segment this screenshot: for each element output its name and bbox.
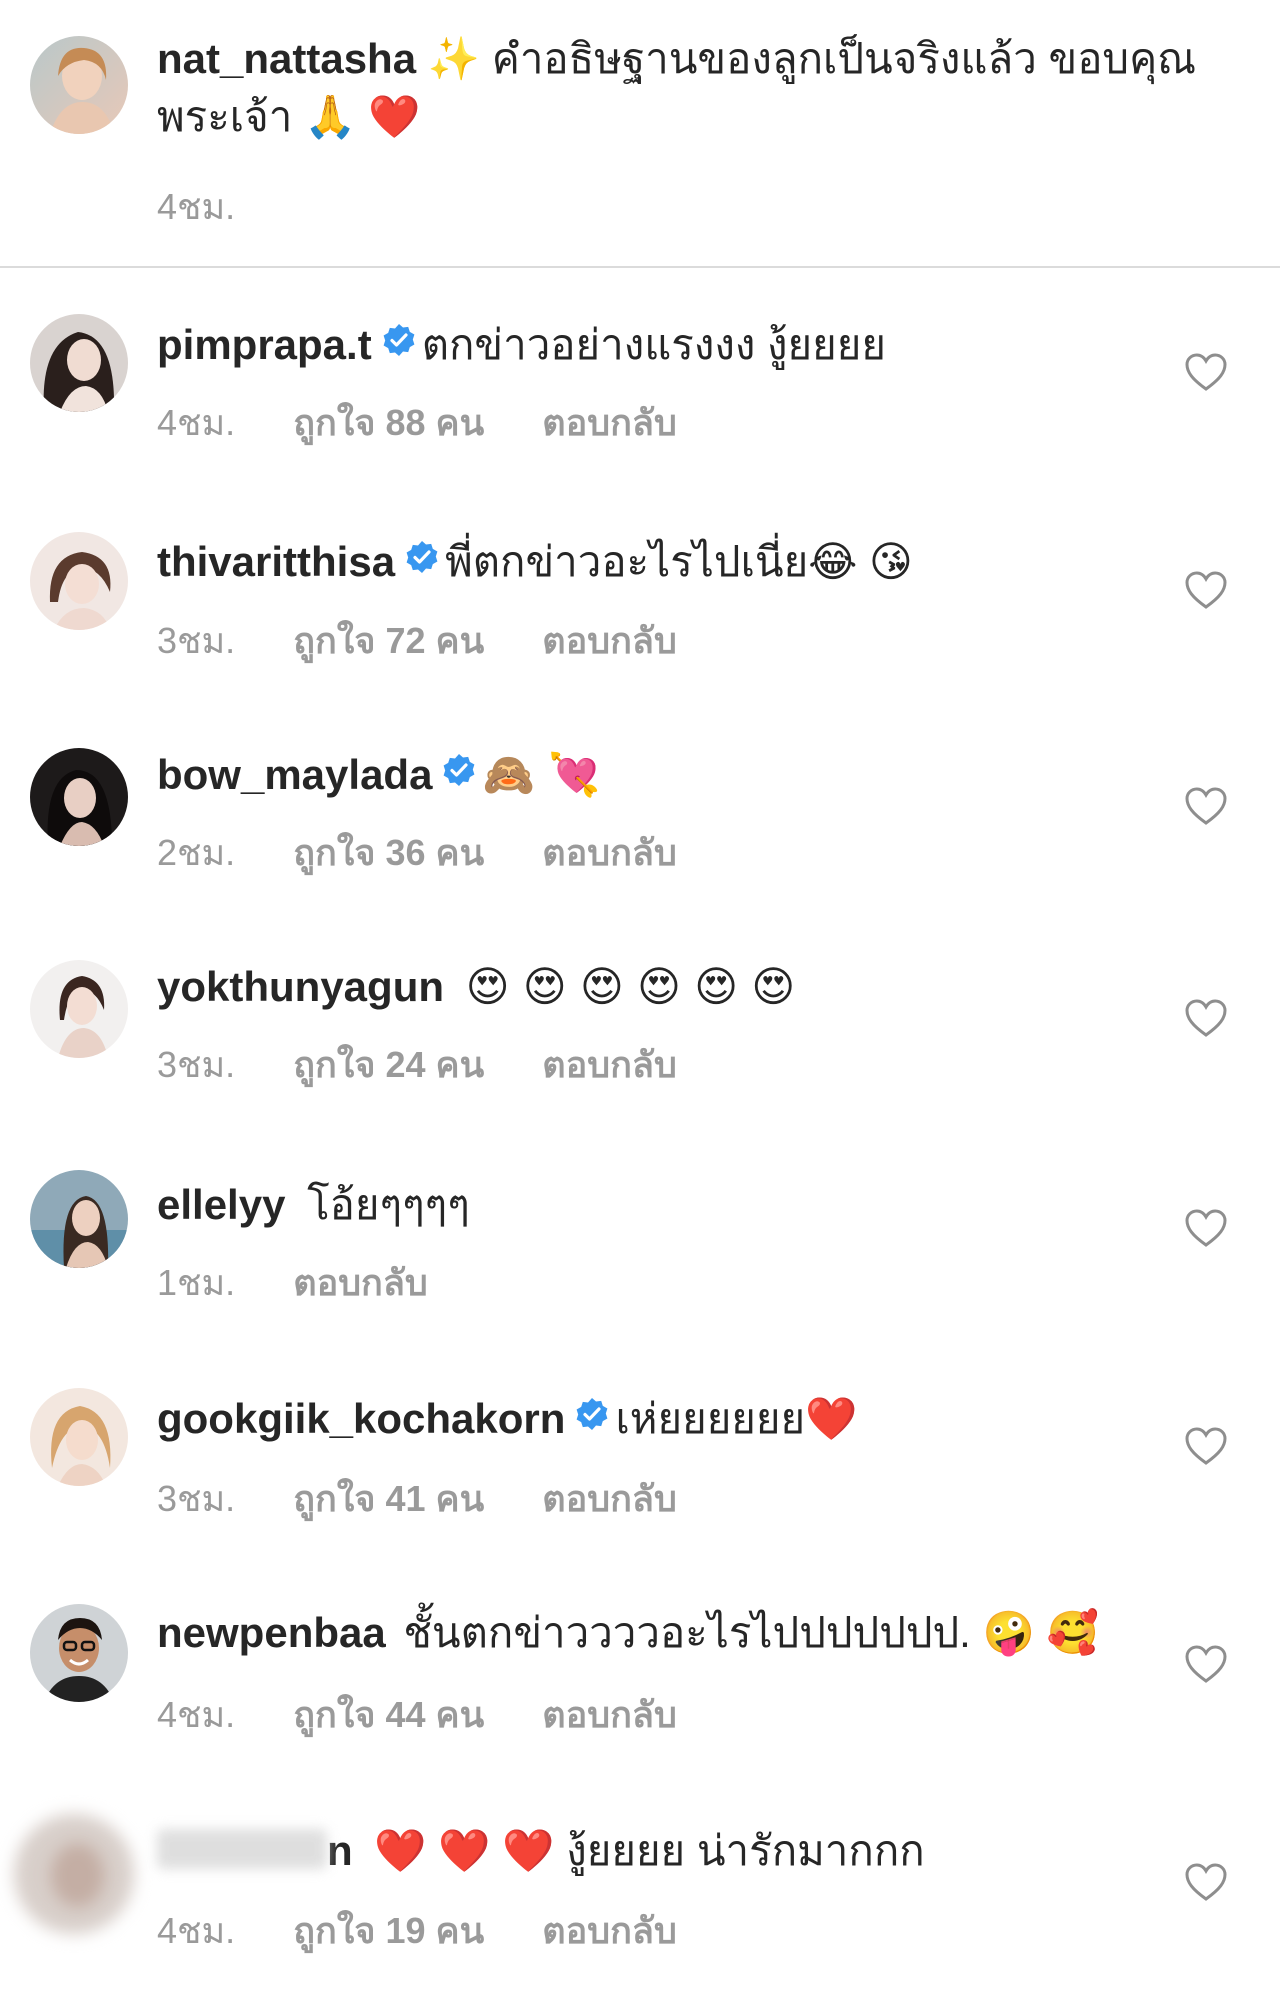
comment-meta: 2ชม. ถูกใจ 36 คน ตอบกลับ [157, 824, 677, 881]
avatar[interactable] [30, 1604, 128, 1702]
avatar[interactable] [30, 960, 128, 1058]
heart-outline-icon [1185, 571, 1227, 609]
reply-button[interactable]: ตอบกลับ [542, 1902, 677, 1959]
comment-text: ตกข่าวอย่างแรงงง งู้ยยยย [421, 321, 886, 368]
comment-meta: 4ชม. ถูกใจ 88 คน ตอบกลับ [157, 394, 677, 451]
comment-time: 2ชม. [157, 832, 236, 873]
caption-meta: 4ชม. [157, 178, 235, 235]
comment-time: 4ชม. [157, 402, 236, 443]
comment-username[interactable]: newpenbaa [157, 1609, 386, 1656]
comment-meta: 4ชม. ถูกใจ 44 คน ตอบกลับ [157, 1686, 677, 1743]
comment-username[interactable]: yokthunyagun [157, 963, 444, 1010]
verified-badge-icon [406, 541, 438, 573]
comment-time: 3ชม. [157, 620, 236, 661]
caption-text-line2: พระเจ้า [157, 93, 293, 140]
verified-badge-icon [577, 1398, 608, 1430]
like-button[interactable] [1184, 570, 1228, 610]
sparkles-emoji: ✨ [427, 34, 481, 83]
likes-count[interactable]: ถูกใจ 36 คน [293, 824, 484, 881]
comment-username-suffix[interactable]: n [327, 1827, 353, 1874]
caption-time: 4ชม. [157, 186, 236, 227]
caption-text: nat_nattasha ✨ คำอธิษฐานของลูกเป็นจริงแล… [157, 30, 1196, 146]
comment-text: โอ้ยๆๆๆๆ [307, 1181, 470, 1228]
like-button[interactable] [1184, 1426, 1228, 1466]
comment-time: 4ชม. [157, 1694, 236, 1735]
likes-count[interactable]: ถูกใจ 24 คน [293, 1036, 484, 1093]
comment-username[interactable]: thivaritthisa [157, 538, 395, 585]
like-button[interactable] [1184, 1644, 1228, 1684]
caption-text-line1: คำอธิษฐานของลูกเป็นจริงแล้ว ขอบคุณ [491, 35, 1197, 82]
pray-emoji: 🙏 [304, 92, 357, 141]
comment-meta: 1ชม. ตอบกลับ [157, 1254, 428, 1311]
comment-time: 3ชม. [157, 1478, 236, 1519]
verified-badge-icon [383, 324, 415, 356]
comment-text: 🙈 💘 [482, 750, 601, 799]
reply-button[interactable]: ตอบกลับ [293, 1254, 428, 1311]
reply-button[interactable]: ตอบกลับ [542, 824, 677, 881]
comment-username[interactable]: pimprapa.t [157, 321, 372, 368]
likes-count[interactable]: ถูกใจ 41 คน [293, 1470, 484, 1527]
comment-meta: 4ชม. ถูกใจ 19 คน ตอบกลับ [157, 1902, 677, 1959]
heart-outline-icon [1185, 353, 1227, 391]
comment-text: เห่ยยยยยย❤️ [615, 1395, 858, 1442]
verified-badge-icon [444, 754, 475, 786]
comment-time: 4ชม. [157, 1910, 236, 1951]
comment-username[interactable]: ellelyy [157, 1181, 285, 1228]
blurred-username [157, 1829, 327, 1869]
likes-count[interactable]: ถูกใจ 44 คน [293, 1686, 484, 1743]
like-button[interactable] [1184, 998, 1228, 1038]
comment-text: พี่ตกข่าวอะไรไปเนี่ย😂 😘 [445, 538, 913, 585]
likes-count[interactable]: ถูกใจ 19 คน [293, 1902, 484, 1959]
comment-text: ❤️ ❤️ ❤️ งู้ยยยย น่ารักมากกก [374, 1827, 925, 1874]
avatar[interactable] [30, 36, 128, 134]
avatar[interactable] [30, 1388, 128, 1486]
heart-emoji: ❤️ [368, 92, 421, 141]
caption-section: nat_nattasha ✨ คำอธิษฐานของลูกเป็นจริงแล… [0, 0, 1280, 268]
heart-outline-icon [1185, 787, 1227, 825]
caption-username[interactable]: nat_nattasha [157, 35, 416, 82]
like-button[interactable] [1184, 352, 1228, 392]
reply-button[interactable]: ตอบกลับ [542, 1470, 677, 1527]
heart-outline-icon [1185, 1209, 1227, 1247]
heart-outline-icon [1185, 1863, 1227, 1901]
avatar[interactable] [30, 532, 128, 630]
avatar[interactable] [30, 748, 128, 846]
comment-meta: 3ชม. ถูกใจ 24 คน ตอบกลับ [157, 1036, 677, 1093]
like-button[interactable] [1184, 1208, 1228, 1248]
avatar[interactable] [14, 1814, 134, 1934]
comment-username[interactable]: bow_maylada [157, 751, 432, 798]
comment-text: 😍 😍 😍 😍 😍 😍 [465, 962, 796, 1011]
reply-button[interactable]: ตอบกลับ [542, 1686, 677, 1743]
avatar[interactable] [30, 1170, 128, 1268]
heart-outline-icon [1185, 1645, 1227, 1683]
comment-username[interactable]: gookgiik_kochakorn [157, 1395, 565, 1442]
like-button[interactable] [1184, 1862, 1228, 1902]
comment-text: ชั้นตกข่าววววอะไรไปปปปปปป. 🤪 🥰 [403, 1609, 1099, 1656]
likes-count[interactable]: ถูกใจ 88 คน [293, 394, 484, 451]
comments-screen: nat_nattasha ✨ คำอธิษฐานของลูกเป็นจริงแล… [0, 0, 1280, 2008]
avatar[interactable] [30, 314, 128, 412]
reply-button[interactable]: ตอบกลับ [542, 1036, 677, 1093]
heart-outline-icon [1185, 999, 1227, 1037]
likes-count[interactable]: ถูกใจ 72 คน [293, 612, 484, 669]
comment-meta: 3ชม. ถูกใจ 72 คน ตอบกลับ [157, 612, 677, 669]
reply-button[interactable]: ตอบกลับ [542, 612, 677, 669]
comment-time: 3ชม. [157, 1044, 236, 1085]
heart-outline-icon [1185, 1427, 1227, 1465]
like-button[interactable] [1184, 786, 1228, 826]
comment-meta: 3ชม. ถูกใจ 41 คน ตอบกลับ [157, 1470, 677, 1527]
reply-button[interactable]: ตอบกลับ [542, 394, 677, 451]
comment-time: 1ชม. [157, 1262, 236, 1303]
